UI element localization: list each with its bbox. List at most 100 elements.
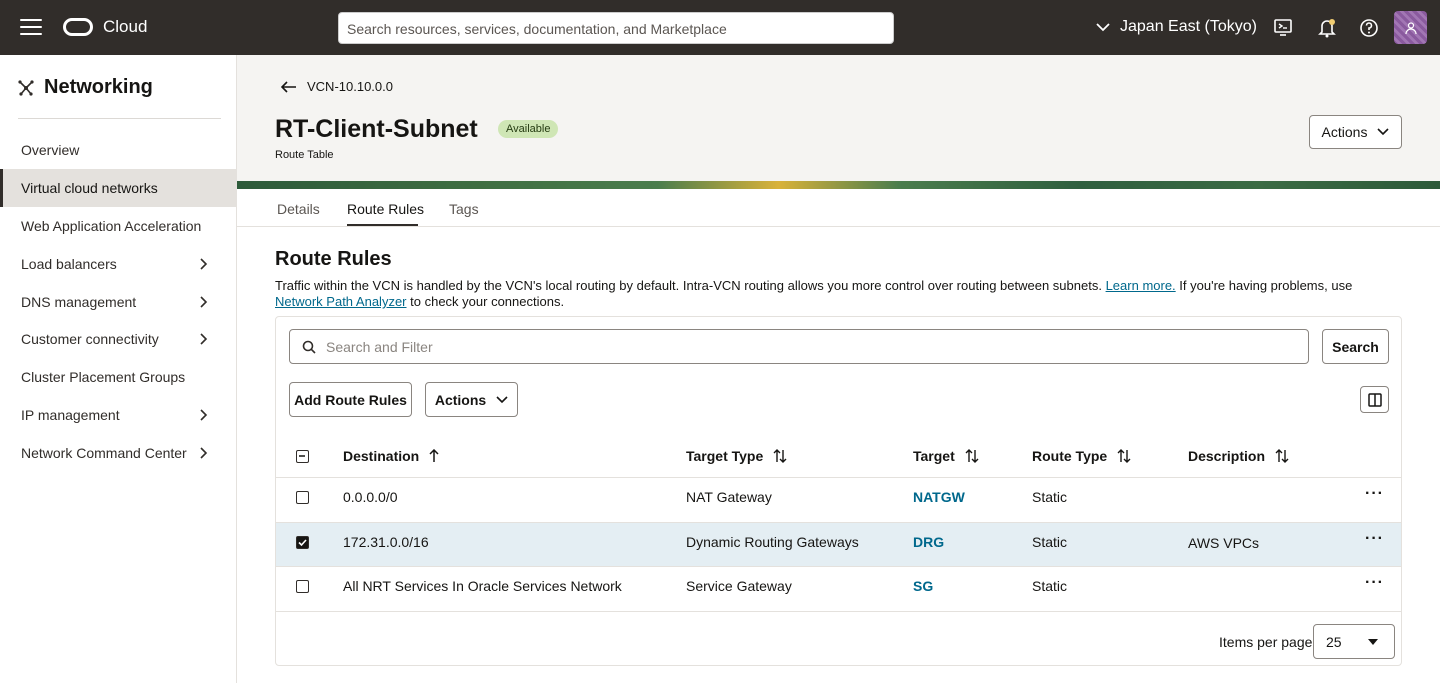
column-header-label: Target Type <box>686 448 764 464</box>
table-divider <box>276 566 1401 567</box>
column-header-label: Destination <box>343 448 420 464</box>
sidebar-item-label: Customer connectivity <box>21 331 159 347</box>
column-header-description[interactable]: Description <box>1188 448 1289 464</box>
menu-icon[interactable] <box>20 19 42 36</box>
networking-icon <box>18 79 34 96</box>
sidebar-item-dns-management[interactable]: DNS management <box>0 283 236 321</box>
region-selector[interactable]: Japan East (Tokyo) <box>1096 18 1257 36</box>
row-checkbox[interactable] <box>296 536 309 549</box>
add-route-rules-button[interactable]: Add Route Rules <box>289 382 412 417</box>
section-title: Route Rules <box>275 248 392 270</box>
column-header-label: Description <box>1188 448 1266 464</box>
route-rules-panel <box>275 316 1402 666</box>
sidebar-item-ip-management[interactable]: IP management <box>0 396 236 434</box>
chevron-down-icon <box>1096 23 1110 32</box>
chevron-down-icon <box>496 395 508 403</box>
user-avatar[interactable] <box>1394 11 1427 44</box>
global-search-input[interactable]: Search resources, services, documentatio… <box>338 12 894 44</box>
search-filter-input[interactable]: Search and Filter <box>289 329 1309 364</box>
network-path-analyzer-link[interactable]: Network Path Analyzer <box>275 294 407 309</box>
indeterminate-icon <box>299 455 305 457</box>
cell-target-type: Dynamic Routing Gateways <box>686 534 859 550</box>
cell-description: AWS VPCs <box>1188 535 1260 551</box>
sidebar: Networking Overview Virtual cloud networ… <box>0 55 237 683</box>
help-icon[interactable] <box>1358 17 1380 39</box>
column-header-label: Route Type <box>1032 448 1108 464</box>
row-checkbox[interactable] <box>296 491 309 504</box>
search-button[interactable]: Search <box>1322 329 1389 364</box>
cell-target-link[interactable]: DRG <box>913 534 944 550</box>
sidebar-item-virtual-cloud-networks[interactable]: Virtual cloud networks <box>0 169 236 207</box>
row-more-icon[interactable]: ··· <box>1365 574 1384 592</box>
page-title: RT-Client-Subnet <box>275 115 478 143</box>
oracle-logo-icon[interactable] <box>63 18 93 36</box>
cell-destination: 0.0.0.0/0 <box>343 489 398 505</box>
description-text: If you're having problems, use <box>1179 278 1353 293</box>
brand-label[interactable]: Cloud <box>103 17 147 37</box>
description-text: Traffic within the VCN is handled by the… <box>275 278 1102 293</box>
sidebar-item-label: Web Application Acceleration <box>21 218 202 234</box>
sidebar-item-cluster-placement-groups[interactable]: Cluster Placement Groups <box>0 358 236 396</box>
cell-target-type: NAT Gateway <box>686 489 772 505</box>
cell-destination: All NRT Services In Oracle Services Netw… <box>343 578 622 594</box>
table-actions-button[interactable]: Actions <box>425 382 518 417</box>
chevron-right-icon <box>200 333 208 345</box>
sidebar-item-label: Virtual cloud networks <box>21 180 158 196</box>
sort-icon <box>773 449 787 463</box>
row-more-icon[interactable]: ··· <box>1365 485 1384 503</box>
top-bar: Cloud Search resources, services, docume… <box>0 0 1440 55</box>
page-actions-button[interactable]: Actions <box>1309 115 1402 149</box>
sidebar-item-label: DNS management <box>21 294 137 310</box>
tab-route-rules[interactable]: Route Rules <box>347 201 424 217</box>
tab-details[interactable]: Details <box>277 201 320 217</box>
region-label: Japan East (Tokyo) <box>1120 18 1257 35</box>
tab-tags[interactable]: Tags <box>449 201 479 217</box>
chevron-right-icon <box>200 296 208 308</box>
sidebar-item-label: Network Command Center <box>21 445 187 461</box>
column-settings-button[interactable] <box>1360 386 1389 413</box>
items-per-page-select[interactable]: 25 <box>1313 624 1395 659</box>
row-more-icon[interactable]: ··· <box>1365 530 1384 548</box>
learn-more-link[interactable]: Learn more. <box>1106 278 1176 293</box>
items-per-page-value: 25 <box>1326 633 1342 650</box>
table-divider <box>276 522 1401 523</box>
column-header-target[interactable]: Target <box>913 448 979 464</box>
items-per-page-label: Items per page <box>1219 634 1313 650</box>
cell-destination: 172.31.0.0/16 <box>343 534 429 550</box>
tab-bar: Details Route Rules Tags <box>237 189 1440 227</box>
cell-target-link[interactable]: NATGW <box>913 489 965 505</box>
sidebar-item-network-command-center[interactable]: Network Command Center <box>0 434 236 472</box>
back-link[interactable]: VCN-10.10.0.0 <box>281 79 393 94</box>
user-icon <box>1404 21 1417 34</box>
column-header-target-type[interactable]: Target Type <box>686 448 787 464</box>
active-tab-indicator <box>347 224 418 226</box>
sidebar-divider <box>18 118 221 119</box>
sort-ascending-icon <box>429 449 439 462</box>
search-filter-placeholder: Search and Filter <box>326 338 433 355</box>
column-header-destination[interactable]: Destination <box>343 448 439 464</box>
back-link-label: VCN-10.10.0.0 <box>307 79 393 94</box>
sidebar-item-web-application-acceleration[interactable]: Web Application Acceleration <box>0 207 236 245</box>
chevron-down-icon <box>1377 128 1390 136</box>
sidebar-item-overview[interactable]: Overview <box>0 131 236 169</box>
status-badge: Available <box>498 120 559 138</box>
chevron-right-icon <box>200 447 208 459</box>
bell-icon[interactable] <box>1316 17 1338 39</box>
chevron-right-icon <box>200 409 208 421</box>
column-header-route-type[interactable]: Route Type <box>1032 448 1131 464</box>
page-subtitle: Route Table <box>275 149 334 161</box>
cloud-shell-icon[interactable] <box>1272 17 1294 39</box>
sidebar-item-load-balancers[interactable]: Load balancers <box>0 245 236 283</box>
sidebar-item-label: Cluster Placement Groups <box>21 369 186 385</box>
sidebar-item-customer-connectivity[interactable]: Customer connectivity <box>0 320 236 358</box>
cell-target-link[interactable]: SG <box>913 578 933 594</box>
row-checkbox[interactable] <box>296 580 309 593</box>
sort-icon <box>1117 449 1131 463</box>
page-actions-label: Actions <box>1321 124 1368 140</box>
arrow-left-icon <box>281 80 296 93</box>
select-all-checkbox[interactable] <box>296 450 309 463</box>
cell-route-type: Static <box>1032 534 1068 550</box>
sidebar-item-label: IP management <box>21 407 120 423</box>
table-divider <box>276 477 1401 478</box>
columns-icon <box>1367 392 1382 407</box>
